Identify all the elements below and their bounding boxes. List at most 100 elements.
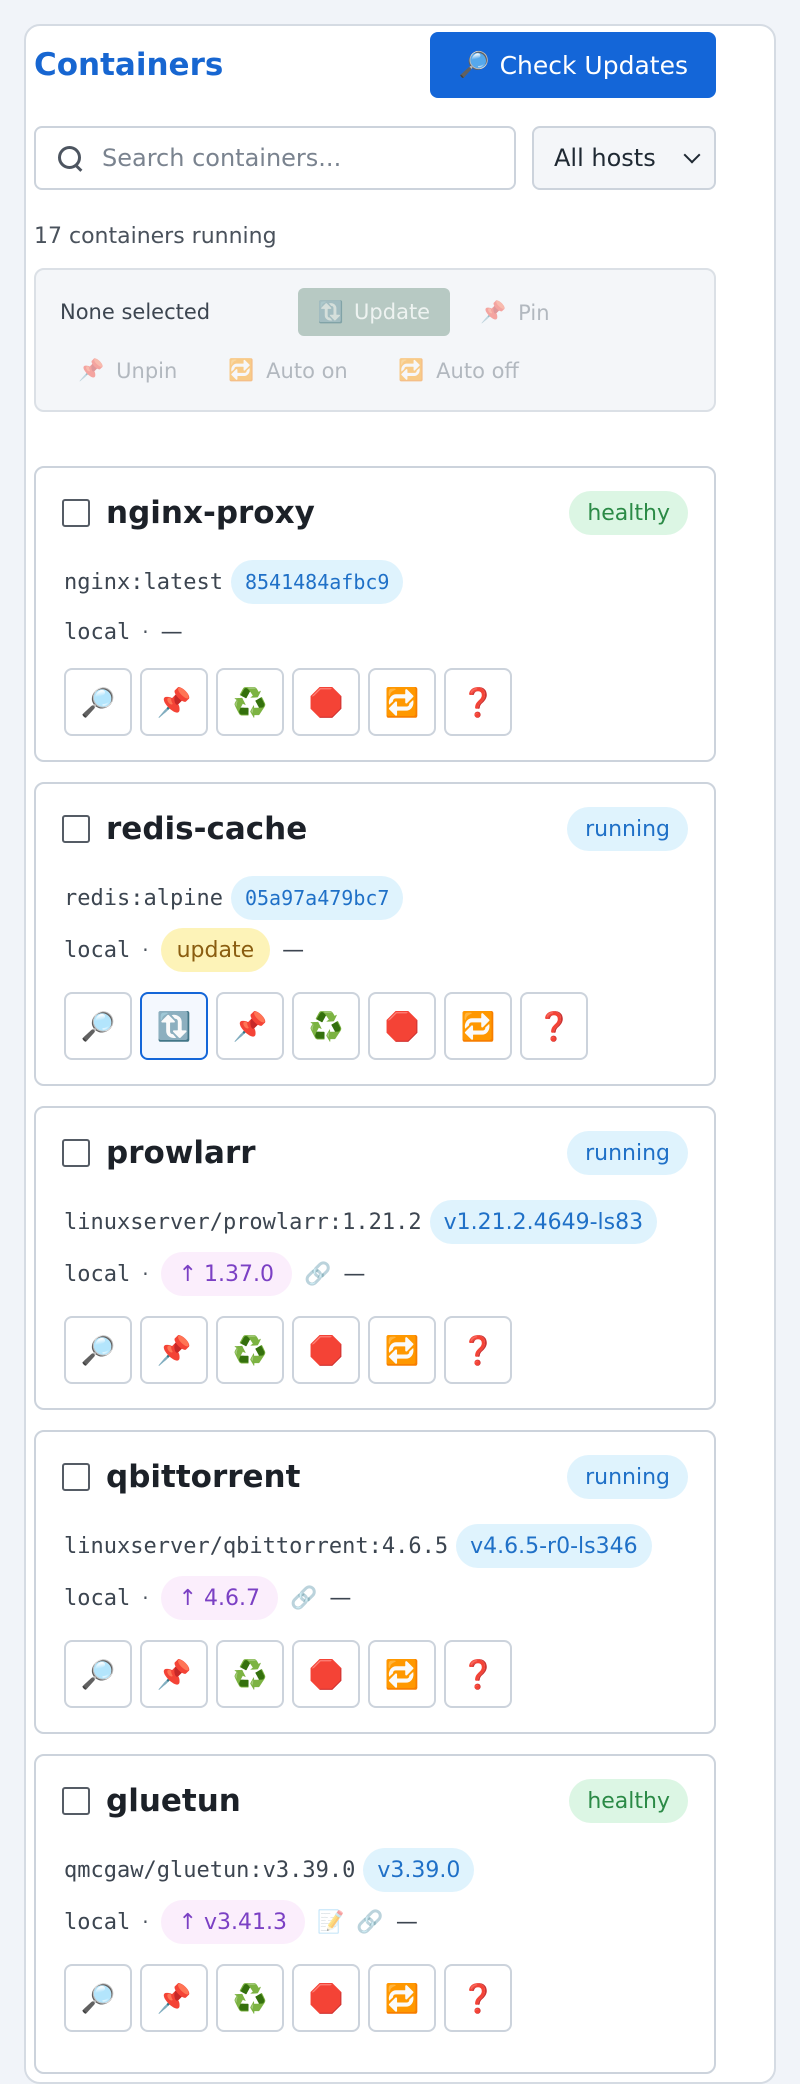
help-button[interactable]: ❓ [444, 1640, 512, 1708]
bulk-unpin-button[interactable]: 📌 Unpin [78, 358, 177, 383]
auto-update-toggle-button[interactable]: 🔁 [368, 1964, 436, 2032]
pin-icon: 📌 [232, 1009, 268, 1043]
repeat-icon: 🔁 [460, 1009, 496, 1043]
auto-update-toggle-button[interactable]: 🔁 [368, 668, 436, 736]
stop-button[interactable]: 🛑 [292, 668, 360, 736]
status-badge: running [567, 1131, 688, 1175]
bulk-auto-on-label: Auto on [266, 358, 348, 383]
search-icon [56, 144, 84, 172]
recreate-button[interactable]: ♻️ [216, 1964, 284, 2032]
select-checkbox[interactable] [62, 1463, 90, 1491]
recreate-button[interactable]: ♻️ [216, 1640, 284, 1708]
host-label: local [64, 1585, 131, 1611]
meta-row: local · ↑ 1.37.0 🔗 — [64, 1252, 365, 1296]
magnifier-icon: 🔎 [80, 685, 116, 719]
container-count: 17 containers running [34, 224, 277, 249]
auto-update-toggle-button[interactable]: 🔁 [444, 992, 512, 1060]
help-button[interactable]: ❓ [444, 1964, 512, 2032]
separator: · [142, 1910, 149, 1934]
auto-update-toggle-button[interactable]: 🔁 [368, 1640, 436, 1708]
select-checkbox[interactable] [62, 1139, 90, 1167]
bulk-auto-off-button[interactable]: 🔁 Auto off [398, 358, 519, 383]
image-name: linuxserver/qbittorrent:4.6.5 [64, 1533, 449, 1559]
container-name: qbittorrent [106, 1459, 301, 1495]
bulk-update-button[interactable]: 🔃 Update [298, 288, 450, 336]
placeholder-dash: — [343, 1261, 366, 1287]
recreate-button[interactable]: ♻️ [216, 668, 284, 736]
pin-button[interactable]: 📌 [140, 1316, 208, 1384]
pin-button[interactable]: 📌 [140, 668, 208, 736]
help-button[interactable]: ❓ [444, 1316, 512, 1384]
separator: · [142, 1262, 149, 1286]
repeat-icon: 🔁 [384, 685, 420, 719]
placeholder-dash: — [329, 1585, 352, 1611]
help-button[interactable]: ❓ [444, 668, 512, 736]
placeholder-dash: — [160, 619, 183, 645]
stop-button[interactable]: 🛑 [292, 1316, 360, 1384]
auto-update-toggle-button[interactable]: 🔁 [368, 1316, 436, 1384]
action-buttons: 🔎 🔃 📌 ♻️ 🛑 🔁 ❓ [64, 992, 588, 1060]
pin-button[interactable]: 📌 [140, 1640, 208, 1708]
repeat-icon: 🔁 [398, 358, 425, 382]
link-icon[interactable]: 🔗 [304, 1262, 331, 1287]
help-button[interactable]: ❓ [520, 992, 588, 1060]
recreate-button[interactable]: ♻️ [292, 992, 360, 1060]
status-badge: running [567, 807, 688, 851]
memo-icon[interactable]: 📝 [317, 1910, 344, 1935]
select-checkbox[interactable] [62, 815, 90, 843]
repeat-icon: 🔁 [228, 358, 255, 382]
check-updates-button[interactable]: 🔎 Check Updates [430, 32, 716, 98]
select-checkbox[interactable] [62, 1787, 90, 1815]
bulk-actions-bar: None selected 🔃 Update 📌 Pin 📌 Unpin 🔁 A… [34, 268, 716, 412]
pin-button[interactable]: 📌 [140, 1964, 208, 2032]
update-button[interactable]: 🔃 [140, 992, 208, 1060]
status-badge: running [567, 1455, 688, 1499]
link-icon[interactable]: 🔗 [290, 1586, 317, 1611]
new-version-badge: ↑ 4.6.7 [160, 1576, 278, 1620]
meta-row: local · ↑ 4.6.7 🔗 — [64, 1576, 351, 1620]
container-name: gluetun [106, 1783, 241, 1819]
host-filter-select[interactable]: All hosts [532, 126, 716, 190]
inspect-button[interactable]: 🔎 [64, 1316, 132, 1384]
image-tag-badge: v3.39.0 [363, 1848, 475, 1892]
image-row: linuxserver/qbittorrent:4.6.5 v4.6.5-r0-… [64, 1524, 652, 1568]
image-tag-badge: v1.21.2.4649-ls83 [429, 1200, 658, 1244]
bulk-pin-button[interactable]: 📌 Pin [480, 300, 550, 325]
repeat-icon: 🔁 [384, 1981, 420, 2015]
inspect-button[interactable]: 🔎 [64, 992, 132, 1060]
magnifier-icon: 🔎 [80, 1333, 116, 1367]
magnifier-icon: 🔎 [80, 1981, 116, 2015]
card-header: nginx-proxy healthy [62, 490, 688, 536]
inspect-button[interactable]: 🔎 [64, 1964, 132, 2032]
host-label: local [64, 937, 131, 963]
action-buttons: 🔎 📌 ♻️ 🛑 🔁 ❓ [64, 1316, 512, 1384]
search-placeholder: Search containers... [102, 144, 342, 172]
question-icon: ❓ [536, 1009, 572, 1043]
recreate-button[interactable]: ♻️ [216, 1316, 284, 1384]
link-icon[interactable]: 🔗 [356, 1910, 383, 1935]
inspect-button[interactable]: 🔎 [64, 668, 132, 736]
container-name: prowlarr [106, 1135, 256, 1171]
inspect-button[interactable]: 🔎 [64, 1640, 132, 1708]
meta-row: local · update — [64, 928, 304, 972]
stop-button[interactable]: 🛑 [292, 1640, 360, 1708]
recycle-icon: ♻️ [232, 1657, 268, 1691]
bulk-auto-on-button[interactable]: 🔁 Auto on [228, 358, 348, 383]
pin-button[interactable]: 📌 [216, 992, 284, 1060]
question-icon: ❓ [460, 685, 496, 719]
stop-button[interactable]: 🛑 [292, 1964, 360, 2032]
image-name: nginx:latest [64, 569, 223, 595]
search-input[interactable]: Search containers... [34, 126, 516, 190]
search-row: Search containers... All hosts [34, 126, 716, 190]
header: Containers 🔎 Check Updates [34, 32, 716, 98]
unpin-icon: 📌 [78, 358, 105, 382]
select-checkbox[interactable] [62, 499, 90, 527]
container-card: redis-cache running redis:alpine 05a97a4… [34, 782, 716, 1086]
stop-button[interactable]: 🛑 [368, 992, 436, 1060]
image-tag-badge: 05a97a479bc7 [230, 876, 404, 920]
separator: · [142, 1586, 149, 1610]
new-version-badge: ↑ 1.37.0 [160, 1252, 292, 1296]
card-header: prowlarr running [62, 1130, 688, 1176]
bulk-update-label: Update [354, 300, 431, 324]
pin-icon: 📌 [156, 1981, 192, 2015]
